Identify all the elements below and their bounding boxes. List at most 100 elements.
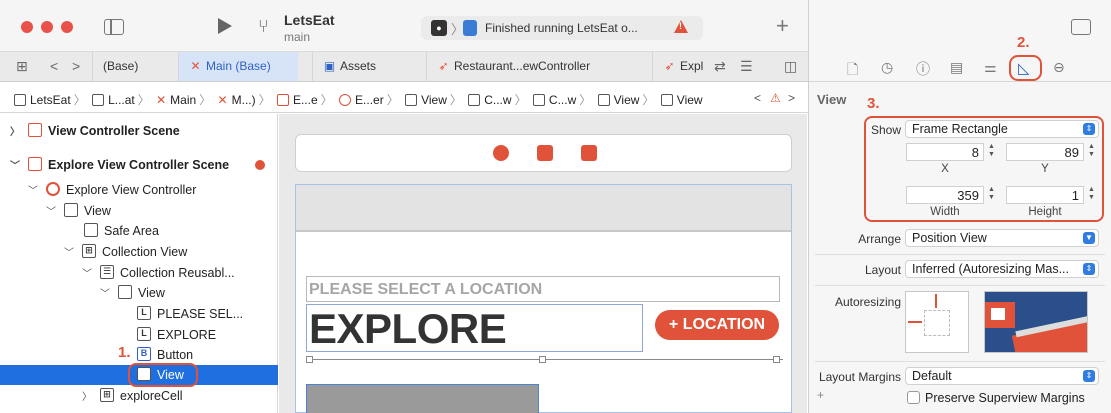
scheme-title[interactable]: LetsEat <box>284 12 335 28</box>
run-button[interactable] <box>218 18 232 34</box>
outline-row-view[interactable]: ﹀ View <box>0 283 278 303</box>
resize-handle[interactable] <box>539 356 546 363</box>
tab-assets[interactable]: ▣ Assets <box>312 52 416 81</box>
interface-builder-canvas[interactable]: PLEASE SELECT A LOCATION EXPLORE + LOCAT… <box>279 114 807 413</box>
navigator-toggle-icon[interactable] <box>104 19 124 35</box>
outline-label: Explore View Controller <box>66 183 197 197</box>
issue-nav-next-icon[interactable]: > <box>788 91 795 105</box>
outline-row-explore-cell[interactable]: 〉 ⊞ exploreCell <box>0 386 278 406</box>
identity-inspector-icon[interactable]: ▤ <box>950 59 963 76</box>
outline-row-explore-label[interactable]: L EXPLORE <box>0 325 278 345</box>
inner-box-icon[interactable] <box>924 310 950 336</box>
add-library-button[interactable]: + <box>776 13 789 39</box>
view-controller-icon[interactable] <box>493 145 509 161</box>
y-field[interactable]: 89 <box>1006 143 1084 161</box>
forward-icon[interactable]: > <box>72 58 80 74</box>
swap-icon[interactable]: ⇄ <box>714 58 726 75</box>
outline-row-explore-controller[interactable]: ﹀ Explore View Controller <box>0 180 278 200</box>
selected-divider-view[interactable] <box>309 359 783 360</box>
preserve-margins-checkbox[interactable] <box>907 391 920 404</box>
disclosure-down-icon[interactable]: ﹀ <box>46 203 56 218</box>
breadcrumb-label: View <box>676 93 703 107</box>
help-inspector-icon[interactable]: ⓘ <box>916 59 930 79</box>
y-stepper-icon[interactable]: ▲ ▼ <box>1086 143 1097 161</box>
outline-row-collection-reusable[interactable]: ﹀ ☰ Collection Reusabl... <box>0 263 278 283</box>
outline-row-collection-view[interactable]: ﹀ ⊞ Collection View <box>0 242 278 262</box>
zoom-window-button[interactable] <box>61 21 73 33</box>
layout-margins-popup[interactable]: Default ⇕ <box>905 367 1099 385</box>
disclosure-down-icon[interactable]: ﹀ <box>100 285 110 300</box>
subtitle-label[interactable]: PLEASE SELECT A LOCATION <box>306 276 780 302</box>
height-stepper-icon[interactable]: ▲ ▼ <box>1086 186 1097 204</box>
disclosure-down-icon[interactable]: ﹀ <box>10 157 20 172</box>
arrange-label: Arrange <box>858 232 901 246</box>
inspector-toggle-icon[interactable] <box>1071 19 1091 35</box>
collection-cell-icon: ⊞ <box>100 388 114 402</box>
top-strut-icon[interactable] <box>935 294 937 308</box>
first-responder-icon[interactable] <box>537 145 553 161</box>
back-icon[interactable]: < <box>50 58 58 74</box>
outline-row-view[interactable]: ﹀ View <box>0 201 278 221</box>
minimize-window-button[interactable] <box>41 21 53 33</box>
tab-restaurant-controller[interactable]: ➶ Restaurant...ewController <box>426 52 644 81</box>
disclosure-down-icon[interactable]: ﹀ <box>28 182 38 197</box>
show-popup[interactable]: Frame Rectangle ⇕ <box>905 120 1099 138</box>
explore-cell[interactable] <box>306 384 539 413</box>
issue-nav-prev-icon[interactable]: < <box>754 91 761 105</box>
arrange-popup[interactable]: Position View ▼ <box>905 229 1099 247</box>
disclosure-right-icon[interactable]: 〉 <box>82 388 92 403</box>
outline-row-explore-scene[interactable]: ﹀ Explore View Controller Scene <box>0 155 278 175</box>
chevron-updown-icon: ⇕ <box>1083 370 1095 382</box>
scene-view[interactable]: PLEASE SELECT A LOCATION EXPLORE + LOCAT… <box>295 184 792 413</box>
outline-row-view-controller-scene[interactable]: 〉 View Controller Scene <box>0 121 278 141</box>
label-icon: L <box>137 327 151 341</box>
autoresizing-mask-control[interactable] <box>905 291 969 353</box>
height-field[interactable]: 1 <box>1006 186 1084 204</box>
split-editor-icon[interactable]: ◫ <box>784 58 797 75</box>
branch-icon: ⑂ <box>258 16 269 36</box>
layout-popup[interactable]: Inferred (Autoresizing Mas... ⇕ <box>905 260 1099 278</box>
disclosure-down-icon[interactable]: ﹀ <box>64 244 74 259</box>
editor-options-icon[interactable]: ☰ <box>740 58 753 75</box>
app-icon <box>463 20 477 36</box>
breadcrumb-label: E...er <box>355 93 384 107</box>
left-strut-icon[interactable] <box>908 321 922 323</box>
tab-base[interactable]: (Base) <box>92 52 178 81</box>
close-window-button[interactable] <box>21 21 33 33</box>
view-icon <box>118 285 132 299</box>
outline-label: PLEASE SEL... <box>157 307 244 321</box>
arrange-value: Position View <box>912 231 987 245</box>
location-button[interactable]: + LOCATION <box>655 310 779 340</box>
explore-title-label[interactable]: EXPLORE <box>306 304 643 352</box>
width-field[interactable]: 359 <box>906 186 984 204</box>
warning-icon[interactable] <box>674 20 688 33</box>
chevron-down-icon: ▼ <box>1083 232 1095 244</box>
resize-handle[interactable] <box>773 356 780 363</box>
resize-handle[interactable] <box>306 356 313 363</box>
file-inspector-icon[interactable]: 🗋 <box>847 59 858 83</box>
x-field[interactable]: 8 <box>906 143 984 161</box>
collection-header-view[interactable]: PLEASE SELECT A LOCATION EXPLORE + LOCAT… <box>296 231 791 366</box>
breadcrumb-label: Main <box>170 93 197 107</box>
outline-row-safe-area[interactable]: Safe Area <box>0 221 278 241</box>
tab-main-base[interactable]: ✕ Main (Base) <box>178 52 298 81</box>
related-items-icon[interactable]: ⊞ <box>16 58 28 75</box>
exit-icon[interactable] <box>581 145 597 161</box>
disclosure-down-icon[interactable]: ﹀ <box>82 265 92 280</box>
x-stepper-icon[interactable]: ▲ ▼ <box>986 143 997 161</box>
outline-row-button[interactable]: B Button <box>0 345 278 365</box>
tab-explore-controller[interactable]: ➶ Expl <box>652 52 708 81</box>
warning-icon[interactable]: ⚠ <box>770 91 781 105</box>
activity-viewer[interactable]: ● 〉 Finished running LetsEat o... <box>421 16 703 40</box>
width-stepper-icon[interactable]: ▲ ▼ <box>986 186 997 204</box>
autoresizing-label: Autoresizing <box>834 295 901 309</box>
history-inspector-icon[interactable]: ◷ <box>881 59 893 76</box>
view-controller-icon <box>339 94 352 106</box>
connections-inspector-icon[interactable]: ⊖ <box>1053 59 1065 76</box>
breadcrumb[interactable]: LetsEat 〉 L...at 〉 ✕ Main 〉 ✕ M...) 〉 E...e 〉 E… <box>14 91 703 108</box>
disclosure-right-icon[interactable]: 〉 <box>10 123 20 138</box>
outline-row-subtitle-label[interactable]: L PLEASE SEL... <box>0 304 278 324</box>
attributes-inspector-icon[interactable]: ⚌ <box>984 59 997 76</box>
scene-arrow-icon[interactable] <box>255 160 265 170</box>
add-variation-button[interactable]: + <box>817 388 824 402</box>
